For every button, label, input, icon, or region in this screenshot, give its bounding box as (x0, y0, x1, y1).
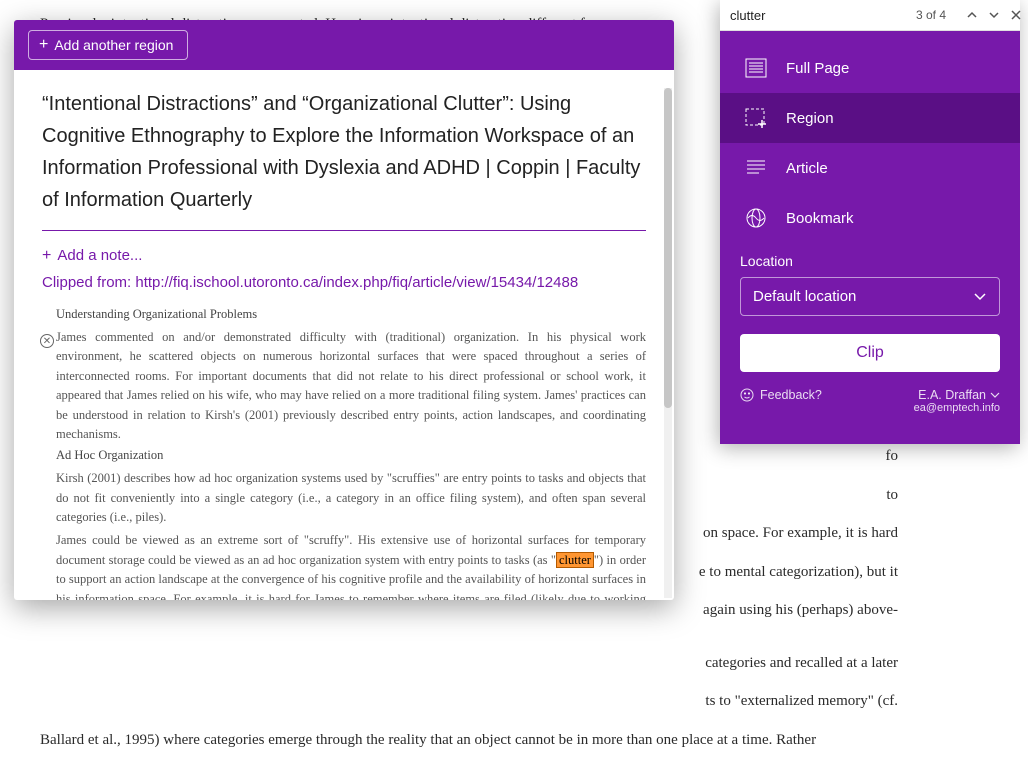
clipper-panel: + Add another region “Intentional Distra… (14, 20, 674, 600)
region-icon (744, 107, 768, 129)
bg-line: again using his (perhaps) above- (40, 596, 898, 625)
clip-options: Full Page Region Article (720, 31, 1020, 444)
location-block: Location Default location (720, 243, 1020, 320)
find-bar: 3 of 4 (720, 0, 1020, 31)
feedback-link[interactable]: Feedback? (740, 388, 822, 402)
find-next-icon[interactable] (988, 7, 1000, 23)
content-paragraph: James commented on and/or demonstrated d… (56, 328, 646, 444)
add-another-region-button[interactable]: + Add another region (28, 30, 188, 60)
chevron-down-icon (973, 292, 987, 302)
bookmark-icon (744, 207, 768, 229)
scrollbar-thumb[interactable] (664, 88, 672, 408)
search-highlight: clutter (556, 552, 594, 568)
add-note-link[interactable]: + Add a note... (42, 247, 646, 264)
feedback-label: Feedback? (760, 388, 822, 402)
clipped-content: Understanding Organizational Problems Ja… (14, 303, 674, 600)
bg-line: ts to "externalized memory" (cf. (40, 687, 898, 716)
chevron-down-icon (990, 391, 1000, 399)
clip-title[interactable]: “Intentional Distractions” and “Organiza… (42, 88, 646, 231)
option-label: Article (786, 160, 828, 177)
bg-line: categories and recalled at a later (40, 649, 898, 678)
find-close-icon[interactable] (1010, 7, 1022, 23)
find-prev-icon[interactable] (966, 7, 978, 23)
option-label: Full Page (786, 60, 849, 77)
clipped-from: Clipped from: http://fiq.ischool.utoront… (42, 274, 646, 291)
clipper-sidebar: 3 of 4 Full Page (720, 0, 1020, 444)
clipped-from-label: Clipped from: (42, 274, 135, 291)
option-full-page[interactable]: Full Page (720, 43, 1020, 93)
location-select[interactable]: Default location (740, 277, 1000, 316)
content-paragraph: Kirsh (2001) describes how ad hoc organi… (56, 469, 646, 527)
article-icon (744, 157, 768, 179)
option-region[interactable]: Region (720, 93, 1020, 143)
content-heading: Ad Hoc Organization (56, 448, 646, 463)
find-count: 3 of 4 (916, 8, 946, 22)
user-email: ea@emptech.info (914, 402, 1000, 414)
bg-line: Ballard et al., 1995) where categories e… (40, 726, 898, 755)
location-label: Location (740, 253, 1000, 269)
user-name-label: E.A. Draffan (918, 388, 986, 402)
find-input[interactable] (730, 8, 906, 23)
option-label: Bookmark (786, 210, 854, 227)
full-page-icon (744, 57, 768, 79)
clipper-header: + Add another region (14, 20, 674, 70)
content-heading: Understanding Organizational Problems (56, 307, 646, 322)
plus-icon: + (42, 248, 51, 264)
user-account[interactable]: E.A. Draffan ea@emptech.info (914, 388, 1000, 414)
plus-icon: + (39, 37, 48, 53)
scrollbar-track[interactable] (664, 88, 672, 598)
remove-region-icon[interactable]: ✕ (40, 334, 54, 348)
option-bookmark[interactable]: Bookmark (720, 193, 1020, 243)
sidebar-footer: Feedback? E.A. Draffan ea@emptech.info (720, 382, 1020, 430)
add-note-label: Add a note... (57, 247, 142, 264)
location-value: Default location (753, 288, 856, 305)
clipper-body: “Intentional Distractions” and “Organiza… (14, 70, 674, 303)
option-label: Region (786, 110, 834, 127)
add-region-label: Add another region (54, 37, 173, 53)
smiley-icon (740, 388, 754, 402)
option-article[interactable]: Article (720, 143, 1020, 193)
clip-button[interactable]: Clip (740, 334, 1000, 372)
clipped-from-url[interactable]: http://fiq.ischool.utoronto.ca/index.php… (135, 274, 578, 291)
content-paragraph: James could be viewed as an extreme sort… (56, 531, 646, 600)
clip-button-label: Clip (856, 344, 884, 361)
